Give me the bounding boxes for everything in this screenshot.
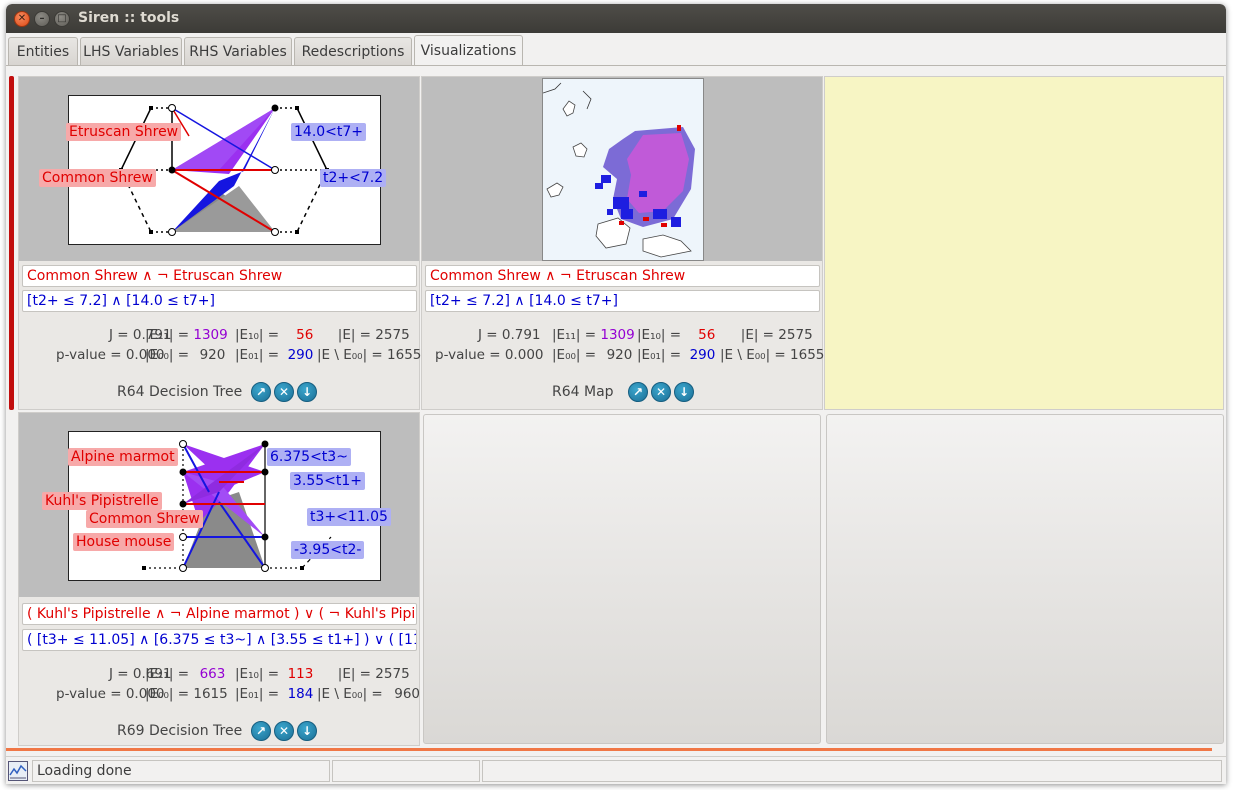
stat-e10: |E₁₀| = 56 [235,327,314,343]
stat-e00: |E₀₀| = 1615 [145,686,228,702]
tree-thumbnail[interactable]: Etruscan Shrew Common Shrew 14.0<t7+ t2+… [19,77,419,261]
stat-e-minus-e00: |E \ E₀₀| = 960 [317,686,421,702]
close-icon[interactable]: ✕ [274,382,294,402]
lhs-query-field[interactable]: ( Kuhl's Pipistrelle ∧ ¬ Alpine marmot )… [22,603,417,625]
expand-icon[interactable]: ↗ [251,382,271,402]
stat-e11: |E₁₁| = 1309 [145,327,228,343]
lhs-query-field[interactable]: Common Shrew ∧ ¬ Etruscan Shrew [22,265,417,287]
stat-e: |E| = 2575 [337,327,410,343]
tree-leaf-label: Common Shrew [39,169,156,187]
stat-e01: |E₀₁| = 290 [637,347,716,363]
download-icon[interactable]: ↓ [674,382,694,402]
tree-thumbnail[interactable]: Alpine marmot Kuhl's Pipistrelle Common … [19,413,419,597]
stat-e00: |E₀₀| = 920 [552,347,633,363]
tree-leaf-label: t2+<7.2 [320,169,387,187]
close-icon[interactable]: ✕ [651,382,671,402]
panel-r64-decision-tree: Etruscan Shrew Common Shrew 14.0<t7+ t2+… [18,76,422,410]
stat-e01: |E₀₁| = 184 [235,686,314,702]
selected-row-indicator [9,76,14,410]
app-window: ✕ – □ Siren :: tools Entities LHS Variab… [6,4,1226,784]
stat-e: |E| = 2575 [740,327,813,343]
panel-r69-decision-tree: Alpine marmot Kuhl's Pipistrelle Common … [18,412,420,746]
stat-e11: |E₁₁| = 663 [145,666,226,682]
stat-e11: |E₁₁| = 1309 [552,327,635,343]
horizontal-scrollbar[interactable] [6,748,1212,751]
panel-title: R64 Decision Tree [117,384,243,400]
stat-e10: |E₁₀| = 56 [637,327,716,343]
tab-entities[interactable]: Entities [8,37,78,65]
tree-leaf-label: -3.95<t2- [291,541,365,559]
tree-leaf-label: House mouse [73,533,175,551]
chart-icon [8,761,28,781]
tab-visualizations[interactable]: Visualizations [414,35,523,66]
empty-panel[interactable] [826,414,1224,744]
map-thumbnail[interactable] [422,77,822,261]
download-icon[interactable]: ↓ [297,382,317,402]
window-close-button[interactable]: ✕ [14,11,30,27]
stat-e10: |E₁₀| = 113 [235,666,314,682]
tree-leaf-label: 3.55<t1+ [290,472,366,490]
tree-leaf-label: 6.375<t3~ [267,448,351,466]
panel-r64-map: Common Shrew ∧ ¬ Etruscan Shrew [t2+ ≤ 7… [421,76,825,410]
rhs-query-field[interactable]: ( [t3+ ≤ 11.05] ∧ [6.375 ≤ t3~] ∧ [3.55 … [22,629,417,651]
rhs-query-field[interactable]: [t2+ ≤ 7.2] ∧ [14.0 ≤ t7+] [22,290,417,312]
tab-divider [6,65,1226,66]
tab-bar: Entities LHS Variables RHS Variables Red… [6,35,1226,67]
stat-j: J = 0.791 [478,327,541,343]
empty-panel-highlighted[interactable] [824,76,1224,410]
tree-leaf-label: Alpine marmot [68,448,178,466]
status-field-3 [482,760,1222,782]
europe-map-figure [542,78,704,261]
stat-e01: |E₀₁| = 290 [235,347,314,363]
tree-leaf-label: 14.0<t7+ [291,123,367,141]
status-message: Loading done [32,760,330,782]
expand-icon[interactable]: ↗ [628,382,648,402]
tree-leaf-label: Common Shrew [86,510,203,528]
tab-rhs-variables[interactable]: RHS Variables [184,37,292,65]
status-bar: Loading done [6,756,1226,784]
empty-panel[interactable] [423,414,821,744]
window-maximize-button[interactable]: □ [54,11,70,27]
title-bar: ✕ – □ Siren :: tools [6,4,1226,33]
stat-e-minus-e00: |E \ E₀₀| = 1655 [720,347,825,363]
rhs-query-field[interactable]: [t2+ ≤ 7.2] ∧ [14.0 ≤ t7+] [425,290,820,312]
lhs-query-field[interactable]: Common Shrew ∧ ¬ Etruscan Shrew [425,265,820,287]
expand-icon[interactable]: ↗ [251,721,271,741]
download-icon[interactable]: ↓ [297,721,317,741]
tab-redescriptions[interactable]: Redescriptions [294,37,412,65]
tree-leaf-label: t3+<11.05 [307,508,391,526]
tree-leaf-label: Etruscan Shrew [66,123,182,141]
stat-e-minus-e00: |E \ E₀₀| = 1655 [317,347,422,363]
close-icon[interactable]: ✕ [274,721,294,741]
stat-pvalue: p-value = 0.000 [435,347,544,363]
stat-e00: |E₀₀| = 920 [145,347,226,363]
panel-title: R64 Map [552,384,614,400]
status-field-2 [332,760,480,782]
window-title: Siren :: tools [78,10,180,26]
stat-e: |E| = 2575 [337,666,410,682]
tree-leaf-label: Kuhl's Pipistrelle [42,492,162,510]
tab-lhs-variables[interactable]: LHS Variables [80,37,182,65]
panel-title: R69 Decision Tree [117,723,243,739]
window-minimize-button[interactable]: – [34,11,50,27]
